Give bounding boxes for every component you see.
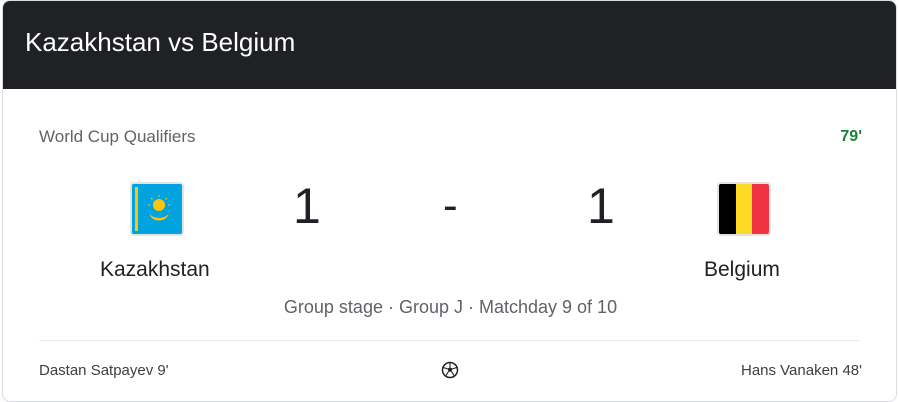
- soccer-ball-icon: [441, 361, 459, 384]
- live-minute: 79': [840, 128, 862, 145]
- match-stage: Group stage · Group J · Matchday 9 of 10: [283, 297, 618, 317]
- home-goal-scorer: Dastan Satpayev 9': [39, 362, 169, 379]
- belgium-flag-icon[interactable]: [717, 182, 771, 236]
- kazakhstan-flag-icon[interactable]: [130, 182, 184, 236]
- home-team-name[interactable]: Kazakhstan: [100, 258, 210, 282]
- belgium-flag-black-stripe: [719, 184, 736, 234]
- belgium-flag-yellow-stripe: [735, 184, 753, 234]
- card-header: Kazakhstan vs Belgium: [3, 1, 896, 89]
- belgium-flag-red-stripe: [752, 184, 769, 234]
- kazakhstan-flag-graphic: [132, 184, 182, 234]
- match-card: Kazakhstan vs Belgium World Cup Qualifie…: [2, 0, 897, 402]
- away-team-name[interactable]: Belgium: [704, 258, 780, 282]
- match-title[interactable]: Kazakhstan vs Belgium: [25, 27, 295, 58]
- score-separator: -: [443, 181, 458, 230]
- away-score: 1: [587, 178, 615, 234]
- divider: [39, 340, 860, 341]
- home-score: 1: [293, 178, 321, 234]
- away-goal-scorer: Hans Vanaken 48': [740, 362, 862, 379]
- competition-label[interactable]: World Cup Qualifiers: [39, 127, 196, 147]
